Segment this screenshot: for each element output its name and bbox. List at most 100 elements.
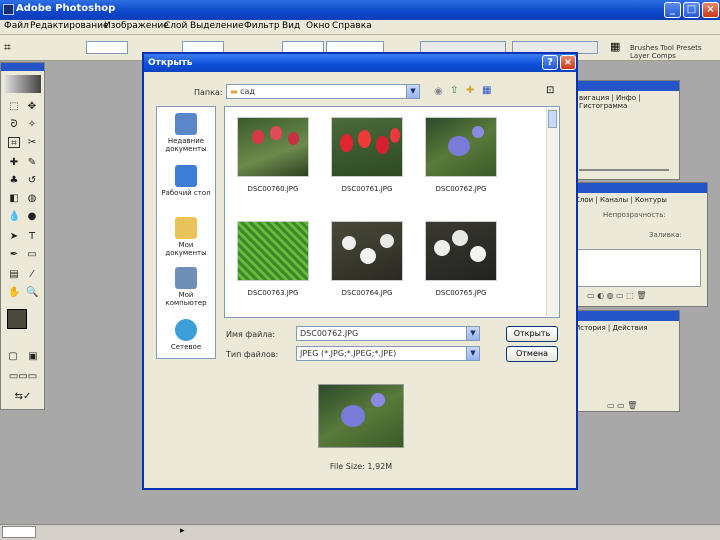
file-list-scrollbar[interactable] <box>546 108 558 316</box>
minimize-icon[interactable]: _ <box>664 2 681 18</box>
menu-window[interactable]: Окно <box>306 21 330 31</box>
lookin-combo[interactable]: ▬ сад ▼ <box>226 84 420 99</box>
crop-tool-icon[interactable]: ⌗ <box>4 40 11 55</box>
path-selection-icon[interactable]: ➤ <box>8 231 20 242</box>
palette-well-icon: ▦ <box>610 40 621 53</box>
history-panel-titlebar <box>571 311 679 321</box>
eraser-icon[interactable]: ◧ <box>8 193 20 204</box>
help-icon[interactable]: ? <box>542 55 558 70</box>
history-footer-icons[interactable]: ▭ ▭ 🗑 <box>607 401 637 410</box>
eyedropper-icon[interactable]: ⁄ <box>26 269 38 280</box>
place-my-computer[interactable]: Мой компьютер <box>157 267 215 307</box>
menu-view[interactable]: Вид <box>282 21 300 31</box>
standard-mode-icon[interactable]: ▢ <box>7 351 19 362</box>
place-my-documents[interactable]: Мои документы <box>157 217 215 257</box>
quick-mask-icon[interactable]: ▣ <box>27 351 39 362</box>
chevron-down-icon[interactable]: ▼ <box>466 327 479 340</box>
menu-select[interactable]: Выделение <box>190 21 244 31</box>
menu-layer[interactable]: Слой <box>164 21 187 31</box>
tab-tool-presets[interactable]: Tool Presets <box>660 44 701 52</box>
crop-tool-selected-icon[interactable]: ⌗ <box>8 137 20 149</box>
thumbnail[interactable] <box>237 117 309 177</box>
marquee-tool-icon[interactable]: ⬚ <box>8 101 20 112</box>
up-folder-icon[interactable]: ⇧ <box>450 85 458 96</box>
move-tool-icon[interactable]: ✥ <box>26 101 38 112</box>
paint-bucket-icon[interactable]: ◍ <box>26 193 38 204</box>
tab-layer-comps[interactable]: Layer Comps <box>630 52 676 60</box>
thumbnail[interactable] <box>237 221 309 281</box>
slice-tool-icon[interactable]: ✂ <box>26 137 38 148</box>
navigator-panel: вигация | Инфо | Гистограмма <box>570 80 680 180</box>
menu-image[interactable]: Изображение <box>104 21 169 31</box>
file-name[interactable]: DSC00763.JPG <box>227 289 319 297</box>
place-desktop-label: Рабочий стол <box>161 189 211 197</box>
zoom-level-field[interactable] <box>2 526 36 538</box>
file-name[interactable]: DSC00764.JPG <box>321 289 413 297</box>
history-brush-icon[interactable]: ↺ <box>26 175 38 186</box>
thumbnail[interactable] <box>425 117 497 177</box>
recent-documents-icon <box>175 113 197 135</box>
tab-brushes[interactable]: Brushes <box>630 44 658 52</box>
menu-help[interactable]: Справка <box>332 21 372 31</box>
layers-footer-icons[interactable]: ▭ ◐ ◍ ▭ ⬚ 🗑 <box>587 291 647 300</box>
photoshop-logo-icon <box>3 4 14 15</box>
thumbnail[interactable] <box>331 117 403 177</box>
cancel-button[interactable]: Отмена <box>506 346 558 362</box>
notes-tool-icon[interactable]: ▤ <box>8 269 20 280</box>
pen-tool-icon[interactable]: ✒ <box>8 249 20 260</box>
chevron-down-icon[interactable]: ▼ <box>406 85 419 98</box>
chevron-down-icon[interactable]: ▼ <box>466 347 479 360</box>
screen-mode-icons[interactable]: ▭▭▭ <box>5 371 41 382</box>
file-name[interactable]: DSC00761.JPG <box>321 185 413 193</box>
menu-filter[interactable]: Фильтр <box>244 21 280 31</box>
filetype-select[interactable]: JPEG (*.JPG;*.JPEG;*.JPE) ▼ <box>296 346 480 361</box>
place-network[interactable]: Сетевое <box>157 319 215 351</box>
imageready-jump-icon[interactable]: ⇆✓ <box>7 391 39 402</box>
hand-tool-icon[interactable]: ✋ <box>8 287 20 298</box>
healing-brush-icon[interactable]: ✚ <box>8 157 20 168</box>
shape-tool-icon[interactable]: ▭ <box>26 249 38 260</box>
back-icon[interactable]: ◉ <box>434 86 443 97</box>
file-name[interactable]: DSC00765.JPG <box>415 289 507 297</box>
type-tool-icon[interactable]: T <box>26 231 38 242</box>
lasso-tool-icon[interactable]: ᘐ <box>8 119 20 130</box>
close-icon[interactable]: × <box>702 2 719 18</box>
dialog-close-icon[interactable]: × <box>560 55 576 70</box>
place-recent[interactable]: Недавние документы <box>157 113 215 153</box>
dodge-tool-icon[interactable]: ● <box>26 211 38 222</box>
history-tabs[interactable]: История | Действия <box>575 324 648 332</box>
magic-wand-icon[interactable]: ✧ <box>26 119 38 130</box>
foreground-color-swatch[interactable] <box>7 309 27 329</box>
brush-tool-icon[interactable]: ✎ <box>26 157 38 168</box>
zoom-tool-icon[interactable]: 🔍 <box>26 287 38 298</box>
new-folder-icon[interactable]: ✚ <box>466 85 474 96</box>
place-my-documents-label: Мои документы <box>165 241 207 257</box>
filetype-label: Тип файлов: <box>226 350 279 359</box>
navigator-tabs[interactable]: вигация | Инфо | Гистограмма <box>579 94 679 110</box>
menu-edit[interactable]: Редактирование <box>30 21 109 31</box>
dialog-title: Открыть <box>148 58 193 68</box>
layers-tabs[interactable]: Слои | Каналы | Контуры <box>575 196 667 204</box>
filename-value: DSC00762.JPG <box>300 329 359 338</box>
file-name[interactable]: DSC00760.JPG <box>227 185 319 193</box>
menu-file[interactable]: Файл <box>4 21 29 31</box>
file-name[interactable]: DSC00762.JPG <box>415 185 507 193</box>
maximize-icon[interactable]: □ <box>683 2 700 18</box>
thumbnail[interactable] <box>331 221 403 281</box>
blur-tool-icon[interactable]: 💧 <box>8 211 20 222</box>
width-field[interactable] <box>86 41 128 54</box>
open-button[interactable]: Открыть <box>506 326 558 342</box>
zoom-slider[interactable] <box>579 169 669 171</box>
place-desktop[interactable]: Рабочий стол <box>157 165 215 197</box>
status-arrow-icon[interactable]: ▸ <box>180 526 185 536</box>
file-browser-icon[interactable]: ⊡ <box>546 85 554 96</box>
adobe-online-icon[interactable] <box>5 75 41 93</box>
clone-stamp-icon[interactable]: ♣ <box>8 175 20 186</box>
thumbnail[interactable] <box>425 221 497 281</box>
lookin-label: Папка: <box>194 88 223 97</box>
view-menu-icon[interactable]: ▦ <box>482 85 491 96</box>
file-list: DSC00760.JPG DSC00761.JPG DSC00762.JPG D… <box>224 106 560 318</box>
layers-list[interactable] <box>577 249 701 287</box>
status-bar: ▸ <box>0 524 720 540</box>
filename-input[interactable]: DSC00762.JPG ▼ <box>296 326 480 341</box>
